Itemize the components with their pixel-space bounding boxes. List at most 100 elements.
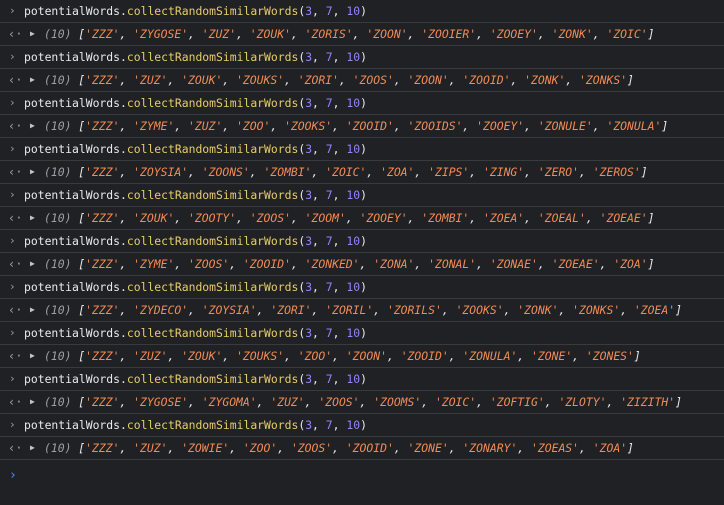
array-item-value: ZZZ xyxy=(92,257,113,271)
array-item-value: ZOA xyxy=(620,257,641,271)
array-item-value: ZOYSIA xyxy=(140,165,182,179)
array-preview[interactable]: ▶ (10) ['ZZZ', 'ZYME', 'ZOOS', 'ZOOID', '… xyxy=(30,253,654,275)
array-item: 'ZOUKS' xyxy=(236,73,285,87)
expand-triangle-icon[interactable]: ▶ xyxy=(30,391,44,413)
array-item-value: ZOOID xyxy=(407,349,442,363)
array-item: 'ZUZ' xyxy=(201,27,237,41)
command-separator: , xyxy=(312,50,326,64)
array-preview[interactable]: ▶ (10) ['ZZZ', 'ZYGOSE', 'ZYGOMA', 'ZUZ',… xyxy=(30,391,682,413)
array-item: 'ZOOID' xyxy=(462,73,511,87)
command-text: potentialWords.collectRandomSimilarWords… xyxy=(24,184,367,206)
console-command-row[interactable]: › potentialWords.collectRandomSimilarWord… xyxy=(0,46,724,69)
array-item-value: ZUZ xyxy=(277,395,298,409)
command-dot: . xyxy=(120,142,127,156)
array-open-bracket: [ xyxy=(71,395,86,409)
array-item-value: ZUZ xyxy=(140,349,161,363)
chevron-right-icon: › xyxy=(9,4,16,17)
expand-triangle-icon[interactable]: ▶ xyxy=(30,345,44,367)
console-command-row[interactable]: › potentialWords.collectRandomSimilarWord… xyxy=(0,322,724,345)
array-item: 'ZONULE' xyxy=(537,119,593,133)
array-item-value: ZOEAE xyxy=(606,211,641,225)
console-command-row[interactable]: › potentialWords.collectRandomSimilarWord… xyxy=(0,0,724,23)
array-preview[interactable]: ▶ (10) ['ZZZ', 'ZOYSIA', 'ZOONS', 'ZOMBI'… xyxy=(30,161,648,183)
array-item-value: ZOOID xyxy=(352,119,387,133)
command-arg: 10 xyxy=(346,280,361,294)
array-item: 'ZOOTY' xyxy=(188,211,237,225)
array-item-value: ZONK xyxy=(558,27,586,41)
console-command-row[interactable]: › potentialWords.collectRandomSimilarWord… xyxy=(0,276,724,299)
command-arg: 10 xyxy=(346,372,361,386)
console-result-row: ‹· ▶ (10) ['ZZZ', 'ZUZ', 'ZOUK', 'ZOUKS', … xyxy=(0,345,724,368)
array-length: (10) xyxy=(44,119,72,133)
expand-triangle-icon[interactable]: ▶ xyxy=(30,23,44,45)
array-preview[interactable]: ▶ (10) ['ZZZ', 'ZYME', 'ZUZ', 'ZOO', 'ZOO… xyxy=(30,115,668,137)
array-item-value: ZOFTIG xyxy=(496,395,538,409)
array-item: 'ZOUKS' xyxy=(236,349,285,363)
command-method: collectRandomSimilarWords xyxy=(126,188,299,202)
array-item: 'ZERO' xyxy=(537,165,580,179)
expand-triangle-icon[interactable]: ▶ xyxy=(30,207,44,229)
console-command-row[interactable]: › potentialWords.collectRandomSimilarWord… xyxy=(0,414,724,437)
array-item-value: ZZZ xyxy=(92,119,113,133)
command-separator: , xyxy=(332,142,347,156)
array-item-value: ZZZ xyxy=(92,73,113,87)
array-item: 'ZONA' xyxy=(373,257,415,271)
array-preview[interactable]: ▶ (10) ['ZZZ', 'ZUZ', 'ZOWIE', 'ZOO', 'ZO… xyxy=(30,437,634,459)
array-item: 'ZONULA' xyxy=(462,349,518,363)
console-command-row[interactable]: › potentialWords.collectRandomSimilarWord… xyxy=(0,92,724,115)
command-object: potentialWords xyxy=(24,188,121,202)
expand-triangle-icon[interactable]: ▶ xyxy=(30,299,44,321)
array-item-value: ZING xyxy=(489,165,518,179)
array-item-value: ZOOID xyxy=(352,441,387,455)
array-item-value: ZORI xyxy=(304,73,333,87)
array-item: 'ZZZ' xyxy=(85,257,120,271)
command-arg: 10 xyxy=(346,326,361,340)
array-item-value: ZOUK xyxy=(256,27,285,41)
array-preview[interactable]: ▶ (10) ['ZZZ', 'ZYGOSE', 'ZUZ', 'ZOUK', '… xyxy=(30,23,654,45)
command-paren-close: ) xyxy=(360,372,367,386)
array-preview[interactable]: ▶ (10) ['ZZZ', 'ZOUK', 'ZOOTY', 'ZOOS', '… xyxy=(30,207,654,229)
array-item: 'ZOEAS' xyxy=(531,441,580,455)
expand-triangle-icon[interactable]: ▶ xyxy=(30,437,44,459)
array-item-value: ZONARY xyxy=(469,441,511,455)
array-item: 'ZOOID' xyxy=(242,257,291,271)
array-close-bracket: ] xyxy=(647,257,655,271)
array-item-value: ZOA xyxy=(599,441,621,455)
command-arg: 7 xyxy=(325,50,333,64)
array-item: 'ZONE' xyxy=(531,349,573,363)
array-item: 'ZORI' xyxy=(270,303,312,317)
expand-triangle-icon[interactable]: ▶ xyxy=(30,253,44,275)
expand-triangle-icon[interactable]: ▶ xyxy=(30,115,44,137)
array-item: 'ZONE' xyxy=(407,441,449,455)
array-item-value: ZOWIE xyxy=(188,441,223,455)
array-open-bracket: [ xyxy=(71,119,86,133)
array-preview[interactable]: ▶ (10) ['ZZZ', 'ZUZ', 'ZOUK', 'ZOUKS', 'Z… xyxy=(30,69,634,91)
array-item-value: ZOUKS xyxy=(242,73,278,87)
chevron-right-icon: › xyxy=(9,234,16,247)
array-item-value: ZLOTY xyxy=(565,395,600,409)
array-preview[interactable]: ▶ (10) ['ZZZ', 'ZUZ', 'ZOUK', 'ZOUKS', 'Z… xyxy=(30,345,641,367)
array-item: 'ZOYSIA' xyxy=(201,303,257,317)
console-result-row: ‹· ▶ (10) ['ZZZ', 'ZYGOSE', 'ZYGOMA', 'ZUZ… xyxy=(0,391,724,414)
array-item: 'ZOUK' xyxy=(133,211,175,225)
array-preview[interactable]: ▶ (10) ['ZZZ', 'ZYDECO', 'ZOYSIA', 'ZORI'… xyxy=(30,299,682,321)
array-item: 'ZOO' xyxy=(242,441,278,455)
command-separator: , xyxy=(312,280,326,294)
expand-triangle-icon[interactable]: ▶ xyxy=(30,69,44,91)
console-command-row[interactable]: › potentialWords.collectRandomSimilarWord… xyxy=(0,368,724,391)
return-value-icon: ‹· xyxy=(8,165,23,179)
array-item: 'ZONKS' xyxy=(572,303,621,317)
array-item-value: ZYGOSE xyxy=(140,27,182,41)
console-input-prompt[interactable]: › xyxy=(9,468,17,483)
array-item: 'ZOOS' xyxy=(188,257,230,271)
command-object: potentialWords xyxy=(24,142,121,156)
return-value-icon: ‹· xyxy=(8,257,23,271)
command-text: potentialWords.collectRandomSimilarWords… xyxy=(24,46,367,68)
console-command-row[interactable]: › potentialWords.collectRandomSimilarWord… xyxy=(0,184,724,207)
console-command-row[interactable]: › potentialWords.collectRandomSimilarWord… xyxy=(0,230,724,253)
console-command-row[interactable]: › potentialWords.collectRandomSimilarWord… xyxy=(0,138,724,161)
array-item-value: ZYGOMA xyxy=(208,395,250,409)
array-item-value: ZIPS xyxy=(434,165,463,179)
expand-triangle-icon[interactable]: ▶ xyxy=(30,161,44,183)
return-value-icon: ‹· xyxy=(8,73,23,87)
